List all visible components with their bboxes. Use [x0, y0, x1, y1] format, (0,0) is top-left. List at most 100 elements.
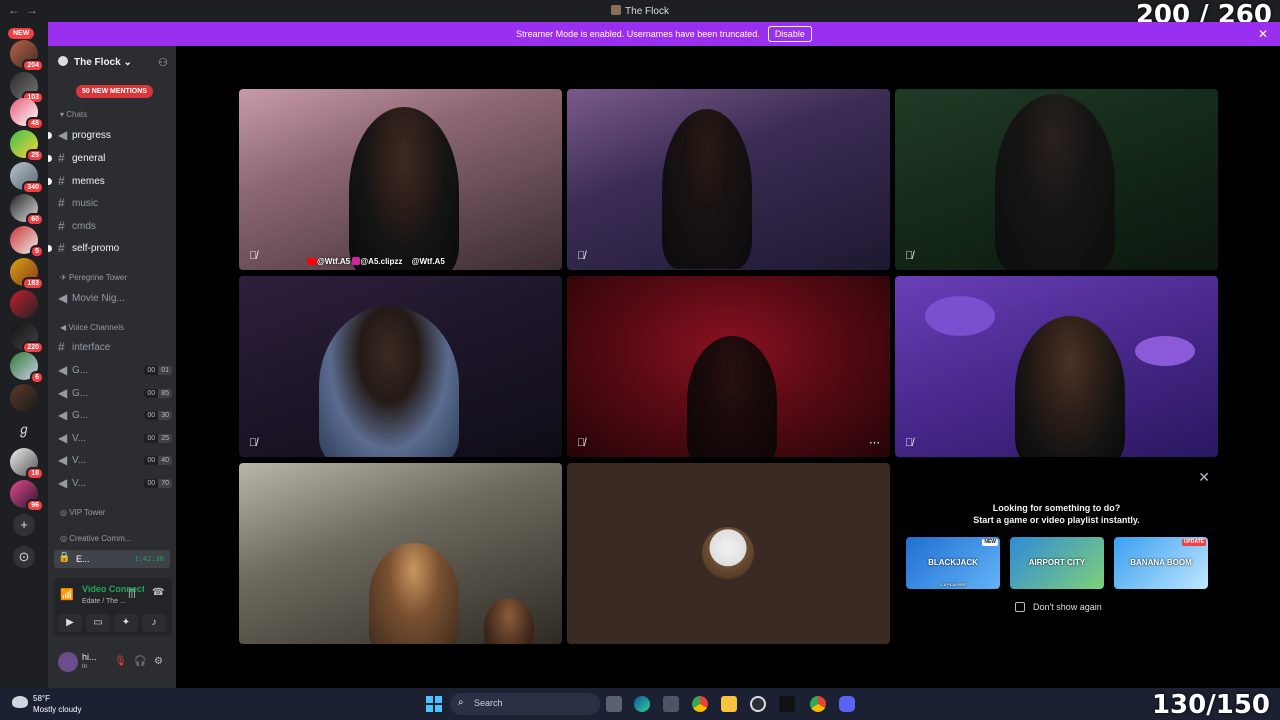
soundboard-button[interactable]: ♪: [142, 614, 166, 632]
channel-general[interactable]: # general: [48, 151, 172, 165]
voice-channel[interactable]: ◀ G... 00 30: [58, 408, 172, 422]
activity-card-blackjack[interactable]: BLACKJACK NEW 2-8 PLAYERS: [906, 537, 1000, 589]
server-icon[interactable]: ℊ: [10, 416, 38, 444]
mention-badge: 18: [26, 467, 44, 480]
headset-icon[interactable]: 🎧: [134, 656, 146, 667]
server-icon[interactable]: 6: [10, 352, 44, 384]
store-icon[interactable]: [663, 696, 679, 712]
speaker-icon: ◀: [58, 453, 68, 467]
server-logo-icon: [611, 5, 622, 15]
voice-channel[interactable]: ◀ V... 00 40: [58, 453, 172, 467]
voice-channel[interactable]: ◀ V... 00 70: [58, 476, 172, 490]
active-voice-channel[interactable]: 🔒 E... 1:42:30: [54, 550, 170, 568]
activity-card-banana-boom[interactable]: BANANA BOOM UPDATE: [1114, 537, 1208, 589]
participant-video: [995, 94, 1115, 270]
server-icon[interactable]: 96: [10, 480, 44, 512]
channel-movie-night[interactable]: ◀ Movie Nig...: [58, 291, 172, 305]
category-creative[interactable]: ◎ Creative Comm...: [60, 534, 131, 543]
activities-button[interactable]: ✦: [114, 614, 138, 632]
taskbar-search[interactable]: ⌕ Search: [450, 693, 600, 715]
voice-channel[interactable]: ◀ V... 00 25: [58, 431, 172, 445]
avatar: [702, 527, 754, 579]
activity-heading: Looking for something to do?: [992, 503, 1121, 513]
category-label: VIP Tower: [69, 508, 106, 517]
hash-icon: #: [58, 340, 65, 354]
screen-share-button[interactable]: ▭: [86, 614, 110, 632]
more-options-icon[interactable]: ⋯: [869, 436, 880, 449]
server-icon[interactable]: 5: [10, 226, 44, 258]
server-icon[interactable]: 204: [10, 40, 44, 72]
server-icon[interactable]: [10, 384, 38, 412]
dont-show-label[interactable]: Don't show again: [1033, 602, 1102, 612]
video-tile[interactable]: 🎙̸ ⋯: [567, 276, 890, 457]
server-icon[interactable]: [10, 290, 38, 318]
mention-badge: 204: [22, 59, 44, 72]
disconnect-icon[interactable]: ☎: [152, 587, 164, 598]
channel-self-promo[interactable]: # self-promo: [48, 241, 172, 255]
add-server-icon[interactable]: +: [13, 514, 35, 536]
gear-icon[interactable]: ⚙: [154, 656, 163, 667]
close-icon[interactable]: ✕: [1198, 469, 1210, 486]
noise-suppression-icon[interactable]: |||: [128, 588, 136, 599]
new-mentions-pill[interactable]: 50 NEW MENTIONS: [76, 85, 153, 98]
server-icon[interactable]: 60: [10, 194, 44, 226]
stream-counter-bottom: 130/150: [1151, 690, 1270, 720]
file-explorer-icon[interactable]: [721, 696, 737, 712]
server-icon[interactable]: 25: [10, 130, 44, 162]
discord-icon[interactable]: [839, 696, 855, 712]
video-tile[interactable]: 🎙̸: [567, 89, 890, 270]
channel-music[interactable]: # music: [58, 196, 172, 210]
weather-condition: Mostly cloudy: [33, 705, 82, 714]
channel-label: cmds: [72, 220, 96, 232]
server-icon[interactable]: 340: [10, 162, 44, 194]
task-view-icon[interactable]: [606, 696, 622, 712]
video-tile[interactable]: [239, 463, 562, 644]
channel-label: interface: [72, 341, 111, 353]
app-icon[interactable]: [750, 696, 766, 712]
tiktok-icon[interactable]: [779, 696, 795, 712]
channel-progress[interactable]: ◀ progress: [48, 128, 172, 142]
voice-channel[interactable]: ◀ G... 00 85: [58, 386, 172, 400]
avatar[interactable]: [58, 652, 78, 672]
server-icon[interactable]: 18: [10, 448, 44, 480]
server-icon[interactable]: 48: [10, 98, 44, 130]
server-icon[interactable]: 103: [10, 72, 44, 104]
server-icon[interactable]: 220: [10, 322, 44, 354]
camera-button[interactable]: ▶: [58, 614, 82, 632]
user-count: 00 40: [144, 455, 172, 465]
mute-mic-icon[interactable]: 🎙: [114, 656, 127, 667]
voice-channel[interactable]: ◀ G... 00 01: [58, 363, 172, 377]
new-badge: NEW: [8, 28, 35, 39]
windows-start-icon[interactable]: [426, 696, 442, 712]
chrome-icon[interactable]: [810, 696, 826, 712]
disable-button[interactable]: Disable: [767, 26, 812, 42]
mention-badge: 48: [26, 117, 44, 130]
video-tile[interactable]: @Wtf.A5 @A5.clipzz @Wtf.A5 🎙̸: [239, 89, 562, 270]
invite-people-icon[interactable]: ⚇: [158, 56, 168, 69]
close-icon[interactable]: ✕: [1258, 27, 1268, 41]
category-voice[interactable]: ◀ Voice Channels: [60, 323, 124, 332]
mention-badge: 25: [26, 149, 44, 162]
server-header[interactable]: The Flock ⌄: [58, 56, 132, 68]
video-tile[interactable]: [567, 463, 890, 644]
discover-icon[interactable]: ⊙: [13, 546, 35, 568]
activity-card-subtitle: 2-8 PLAYERS: [940, 582, 966, 587]
activity-card-airport-city[interactable]: AIRPORT CITY: [1010, 537, 1104, 589]
windows-taskbar: 58°F Mostly cloudy ⌕ Search: [0, 688, 1280, 720]
video-tile[interactable]: 🎙̸: [895, 276, 1218, 457]
category-vip[interactable]: ◎ VIP Tower: [60, 508, 105, 517]
video-tile[interactable]: 🎙̸: [895, 89, 1218, 270]
muted-mic-icon: 🎙̸: [249, 437, 258, 449]
dont-show-checkbox[interactable]: [1015, 602, 1025, 612]
category-chats[interactable]: ▾ Chats: [60, 110, 87, 119]
channel-cmds[interactable]: # cmds: [58, 219, 172, 233]
channel-memes[interactable]: # memes: [48, 174, 172, 188]
server-icon[interactable]: 183: [10, 258, 44, 290]
channel-interface[interactable]: # interface: [58, 340, 172, 354]
video-tile[interactable]: 🎙̸: [239, 276, 562, 457]
chrome-icon[interactable]: [692, 696, 708, 712]
edge-icon[interactable]: [634, 696, 650, 712]
social-handle: @Wtf.A5: [411, 257, 445, 266]
category-peregrine[interactable]: ✈ Peregrine Tower: [60, 273, 127, 282]
participant-video: [1015, 316, 1125, 457]
